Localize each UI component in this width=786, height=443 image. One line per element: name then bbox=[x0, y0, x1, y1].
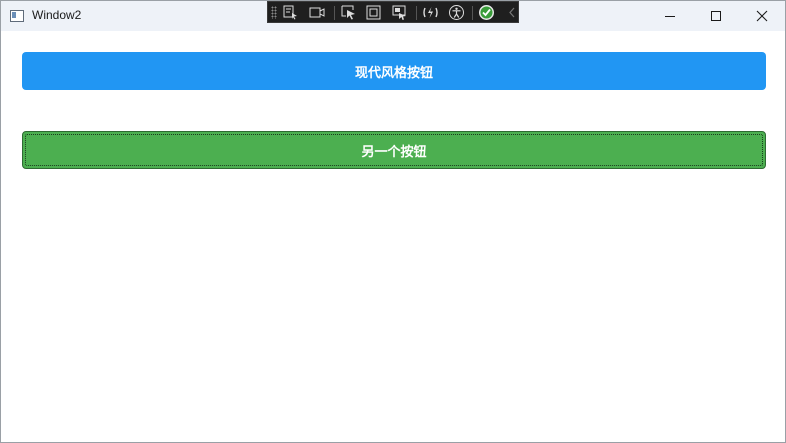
minimize-button[interactable] bbox=[647, 1, 693, 31]
app-window: Window2 现代风格按钮 另一个按钮 bbox=[0, 0, 786, 443]
another-button-label: 另一个按钮 bbox=[361, 144, 427, 160]
maximize-icon bbox=[711, 11, 721, 21]
close-button[interactable] bbox=[739, 1, 785, 31]
collapse-chevron-icon[interactable] bbox=[504, 4, 521, 21]
modern-style-button-label: 现代风格按钮 bbox=[354, 65, 433, 81]
minimize-icon bbox=[665, 16, 675, 17]
window-title: Window2 bbox=[32, 8, 82, 22]
toolbar-grip-icon[interactable] bbox=[271, 6, 277, 19]
debug-toolbar bbox=[267, 1, 519, 23]
track-focus-icon[interactable] bbox=[340, 4, 357, 21]
toolbar-separator bbox=[334, 6, 335, 20]
preview-icon[interactable] bbox=[308, 4, 325, 21]
another-button[interactable]: 另一个按钮 bbox=[22, 131, 766, 169]
toolbar-separator bbox=[472, 6, 473, 20]
accessibility-icon[interactable] bbox=[448, 4, 465, 21]
display-adorners-icon[interactable] bbox=[391, 4, 408, 21]
title-bar[interactable]: Window2 bbox=[1, 1, 785, 31]
maximize-button[interactable] bbox=[693, 1, 739, 31]
display-layout-icon[interactable] bbox=[365, 4, 382, 21]
toolbar-separator bbox=[416, 6, 417, 20]
select-element-icon[interactable] bbox=[282, 4, 299, 21]
checkmark-icon[interactable] bbox=[478, 4, 495, 21]
hot-reload-icon[interactable] bbox=[422, 4, 439, 21]
close-icon bbox=[756, 10, 768, 22]
app-window-icon bbox=[10, 10, 24, 22]
modern-style-button[interactable]: 现代风格按钮 bbox=[22, 52, 766, 90]
